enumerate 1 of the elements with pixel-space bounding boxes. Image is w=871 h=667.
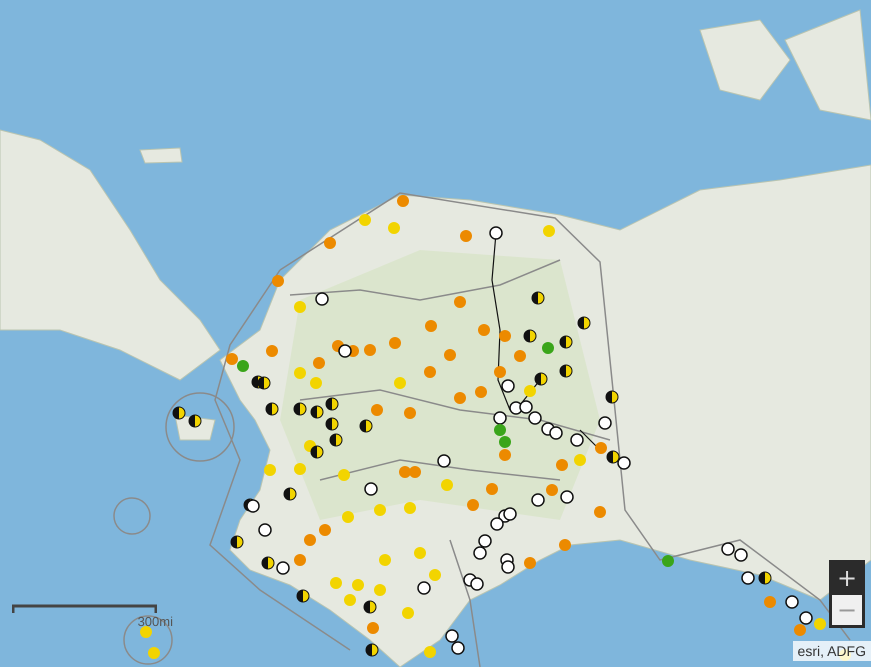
attribution: esri, ADFG bbox=[792, 641, 871, 661]
